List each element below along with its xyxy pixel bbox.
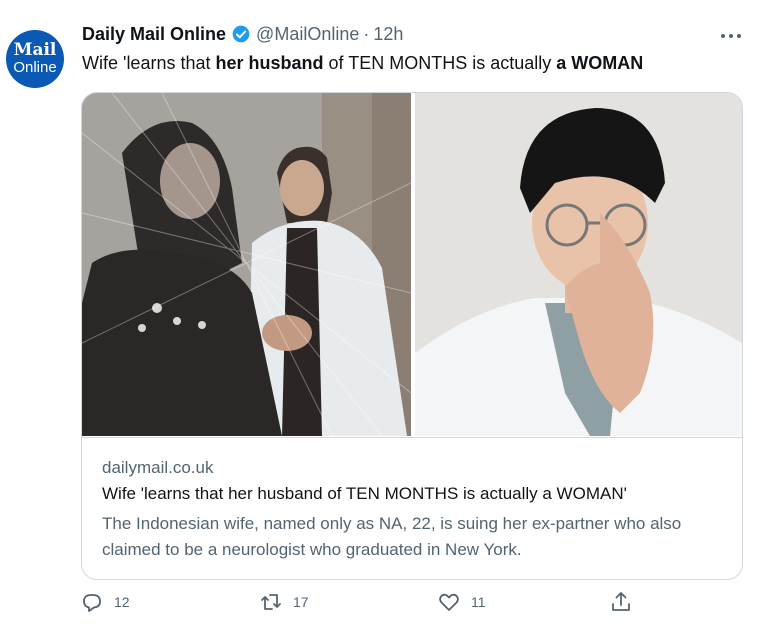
retweet-icon xyxy=(261,594,281,610)
tweet-text-part: Wife 'learns that xyxy=(82,53,216,73)
link-card[interactable]: dailymail.co.uk Wife 'learns that her hu… xyxy=(81,92,743,580)
tweet-timestamp[interactable]: 12h xyxy=(373,24,403,45)
author-handle[interactable]: @MailOnline xyxy=(256,24,359,45)
couple-photo xyxy=(82,93,411,436)
card-domain: dailymail.co.uk xyxy=(102,458,214,477)
card-image-left[interactable] xyxy=(82,93,411,436)
card-meta[interactable]: dailymail.co.uk Wife 'learns that her hu… xyxy=(82,437,742,579)
separator-dot: · xyxy=(363,23,370,44)
author-name[interactable]: Daily Mail Online xyxy=(82,24,226,45)
retweet-count: 17 xyxy=(293,594,309,610)
tweet-text-bold: her husband xyxy=(215,53,324,73)
verified-badge-icon xyxy=(232,25,250,43)
card-image-right[interactable] xyxy=(415,93,742,436)
reply-icon xyxy=(83,594,101,612)
retweet-button[interactable]: 17 xyxy=(259,590,309,614)
portrait-photo xyxy=(415,93,742,436)
tweet-text-bold: a WOMAN xyxy=(556,53,644,73)
action-bar: 12 17 11 xyxy=(0,590,770,626)
card-description: The Indonesian wife, named only as NA, 2… xyxy=(102,514,682,559)
avatar-logo-subtext: Online xyxy=(13,59,57,76)
avatar-logo-text: Mail xyxy=(13,40,57,60)
tweet-text-part: of TEN MONTHS is actually xyxy=(323,53,557,73)
share-icon xyxy=(612,592,630,611)
tweet-header: Daily Mail Online @MailOnline · 12h xyxy=(82,22,403,46)
more-icon[interactable] xyxy=(716,26,746,46)
reply-button[interactable]: 12 xyxy=(80,590,130,614)
share-button[interactable] xyxy=(609,590,633,614)
card-title: Wife 'learns that her husband of TEN MON… xyxy=(102,484,627,503)
like-button[interactable]: 11 xyxy=(437,590,486,614)
tweet-text: Wife 'learns that her husband of TEN MON… xyxy=(82,53,643,74)
reply-count: 12 xyxy=(114,594,130,610)
tweet[interactable]: Mail Online Daily Mail Online @MailOnlin… xyxy=(0,0,770,641)
like-icon xyxy=(439,593,459,611)
avatar[interactable]: Mail Online xyxy=(6,30,64,88)
like-count: 11 xyxy=(471,594,486,610)
